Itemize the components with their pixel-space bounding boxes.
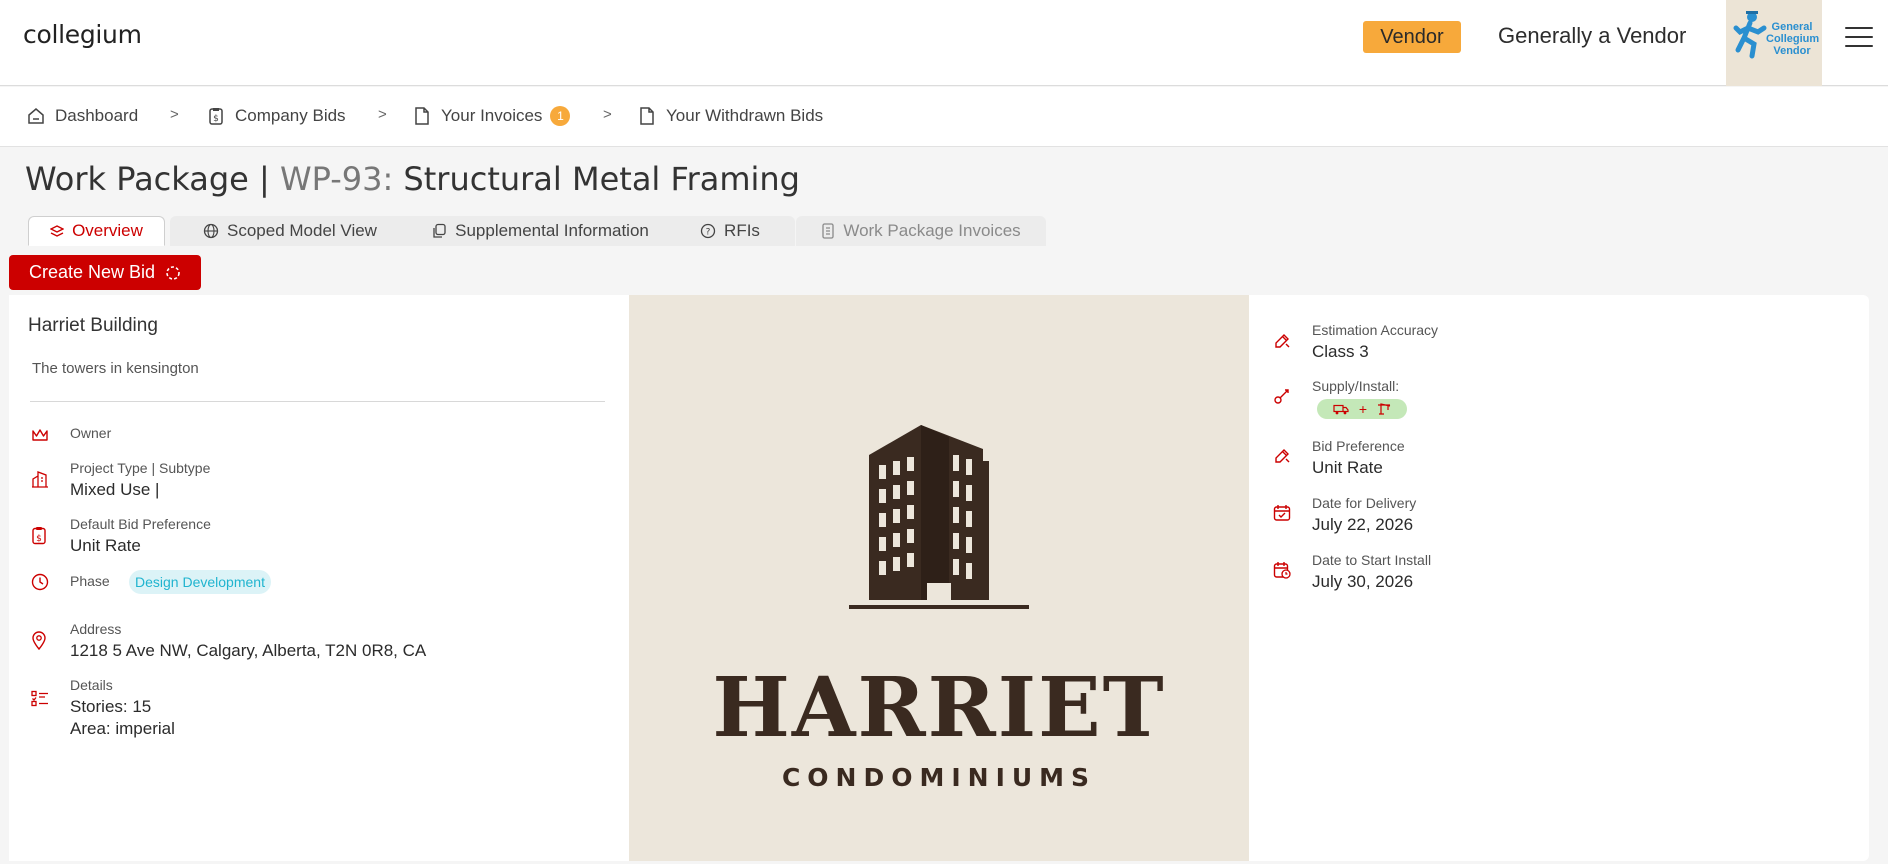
work-package-title: Structural Metal Framing: [403, 160, 800, 198]
phase-label: Phase: [70, 573, 110, 589]
divider: [30, 401, 605, 402]
phase-chip: Design Development: [129, 570, 271, 594]
address-value: 1218 5 Ave NW, Calgary, Alberta, T2N 0R8…: [70, 641, 427, 660]
project-name: Harriet Building: [28, 315, 158, 336]
building-logo-icon: [849, 425, 1029, 609]
supply-install-label: Supply/Install:: [1312, 378, 1400, 394]
tab-scoped-model-view[interactable]: Scoped Model View: [170, 216, 410, 246]
breadcrumb-separator: >: [170, 106, 179, 123]
project-image: HARRIET CONDOMINIUMS: [629, 295, 1249, 861]
breadcrumb-separator: >: [603, 106, 612, 123]
breadcrumb-label: Company Bids: [235, 106, 346, 125]
supply-install-chip: +: [1317, 399, 1407, 419]
details-label: Details: [70, 677, 113, 693]
estimation-accuracy-value: Class 3: [1312, 342, 1369, 361]
install-date-value: July 30, 2026: [1312, 572, 1414, 591]
page-title: Work Package | WP-93: Structural Metal F…: [25, 160, 800, 198]
layers-icon: [50, 225, 65, 237]
role-badge: Vendor: [1363, 21, 1461, 53]
install-date-label: Date to Start Install: [1312, 552, 1432, 568]
copy-icon: [433, 223, 446, 238]
create-new-bid-button[interactable]: Create New Bid: [9, 255, 201, 290]
tab-label: Work Package Invoices: [843, 221, 1021, 240]
top-navbar: collegium Vendor Generally a Vendor Gene…: [0, 0, 1888, 86]
breadcrumb-dashboard[interactable]: Dashboard: [27, 106, 138, 126]
tab-overview[interactable]: Overview: [28, 216, 165, 246]
dollar-clipboard-icon: $: [32, 527, 46, 545]
breadcrumb-label: Dashboard: [55, 106, 139, 125]
invoice-icon: [822, 223, 834, 239]
details-stories: Stories: 15: [70, 697, 152, 716]
clock-icon: [31, 573, 49, 591]
running-person-icon: [1733, 11, 1767, 59]
question-circle-icon: ?: [700, 223, 716, 239]
invoice-count-badge: 1: [550, 106, 571, 126]
delivery-date-label: Date for Delivery: [1312, 495, 1417, 511]
hamburger-menu-icon[interactable]: [1845, 27, 1873, 49]
default-bid-preference-value: Unit Rate: [70, 536, 141, 555]
brand-subtitle: CONDOMINIUMS: [781, 763, 1097, 792]
home-icon: [28, 108, 44, 124]
calendar-clock-icon: [1273, 562, 1291, 579]
breadcrumb-label: Your Withdrawn Bids: [666, 106, 824, 125]
default-bid-preference-label: Default Bid Preference: [70, 516, 211, 532]
breadcrumb-company-bids[interactable]: $ Company Bids: [207, 106, 346, 126]
vendor-logo-text: General Collegium Vendor: [1766, 21, 1820, 57]
bid-preference-label: Bid Preference: [1312, 438, 1405, 454]
truck-icon: [1333, 404, 1349, 414]
create-bid-label: Create New Bid: [28, 262, 156, 282]
bid-preference-value: Unit Rate: [1312, 458, 1383, 477]
crown-icon: [32, 429, 48, 441]
pencil-ruler-icon: [1275, 449, 1290, 463]
dollar-document-icon: $: [209, 108, 223, 125]
project-type-value: Mixed Use |: [70, 480, 160, 499]
project-type-label: Project Type | Subtype: [70, 460, 211, 476]
work-package-info-panel: Estimation Accuracy Class 3 Supply/Insta…: [1249, 295, 1869, 861]
tab-work-package-invoices[interactable]: Work Package Invoices: [796, 216, 1046, 246]
details-area: Area: imperial: [70, 719, 175, 738]
checklist-icon: [31, 690, 48, 707]
map-pin-icon: [32, 631, 46, 650]
spinner-icon: [166, 265, 180, 280]
svg-text:?: ?: [706, 228, 711, 238]
delivery-date-value: July 22, 2026: [1312, 515, 1414, 534]
breadcrumb-separator: >: [378, 106, 387, 123]
supply-install-plus: +: [1358, 401, 1368, 417]
project-info-panel: Harriet Building The towers in kensingto…: [9, 295, 629, 861]
pencil-ruler-icon: [1275, 334, 1290, 348]
vendor-logo[interactable]: General Collegium Vendor: [1726, 0, 1822, 86]
tab-label: Overview: [72, 221, 143, 240]
globe-icon: [203, 223, 219, 239]
svg-text:$: $: [36, 534, 42, 544]
wrench-icon: [1274, 389, 1289, 404]
building-icon: [32, 471, 48, 488]
calendar-check-icon: [1273, 505, 1291, 521]
user-name[interactable]: Generally a Vendor: [1498, 23, 1686, 49]
address-label: Address: [70, 621, 122, 637]
crane-icon: [1378, 403, 1391, 415]
file-icon: [415, 107, 429, 125]
breadcrumb: Dashboard > $ Company Bids > Your Invoic…: [0, 87, 1888, 147]
title-prefix: Work Package |: [25, 160, 280, 198]
file-icon: [640, 107, 654, 125]
svg-text:$: $: [213, 114, 219, 124]
breadcrumb-withdrawn-bids[interactable]: Your Withdrawn Bids: [638, 106, 823, 126]
tab-label: RFIs: [724, 221, 760, 240]
brand-name: HARRIET: [712, 660, 1166, 756]
tab-label: Scoped Model View: [227, 221, 377, 240]
owner-label: Owner: [70, 425, 112, 441]
tab-rfis[interactable]: ? RFIs: [665, 216, 795, 246]
tab-supplemental-information[interactable]: Supplemental Information: [387, 216, 693, 246]
breadcrumb-your-invoices[interactable]: Your Invoices 1: [413, 106, 571, 126]
estimation-accuracy-label: Estimation Accuracy: [1312, 322, 1439, 338]
project-description: The towers in kensington: [32, 360, 199, 377]
breadcrumb-label: Your Invoices: [441, 106, 543, 125]
work-package-id: WP-93:: [279, 160, 394, 198]
app-logo[interactable]: collegium: [23, 20, 142, 49]
tab-label: Supplemental Information: [455, 221, 649, 240]
